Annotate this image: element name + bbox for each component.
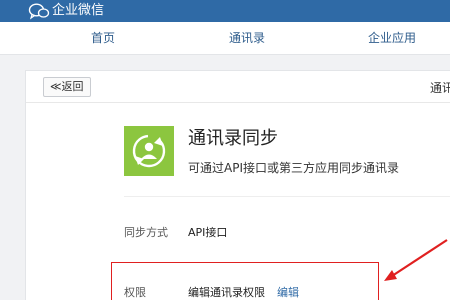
back-button[interactable]: ≪返回 — [43, 77, 91, 97]
nav-item-apps[interactable]: 企业应用 — [368, 31, 416, 45]
page-title: 通讯录同步 — [188, 128, 278, 149]
highlight-annotation-box — [111, 262, 379, 300]
top-bar: 企业微信 — [0, 0, 450, 22]
header-title-partial: 通讯 — [430, 81, 450, 95]
sync-method-label: 同步方式 — [124, 226, 168, 239]
sync-method-value: API接口 — [188, 226, 228, 239]
divider — [124, 196, 450, 197]
nav-item-contacts[interactable]: 通讯录 — [229, 31, 265, 45]
page-description: 可通过API接口或第三方应用同步通讯录 — [188, 161, 399, 175]
chat-bubbles-icon — [28, 2, 50, 20]
nav-item-home[interactable]: 首页 — [91, 31, 115, 45]
app-title: 企业微信 — [52, 3, 105, 18]
card-header: ≪返回 通讯 — [26, 71, 450, 103]
sync-contacts-icon — [124, 126, 174, 176]
main-nav: 首页 通讯录 企业应用 — [0, 22, 450, 55]
